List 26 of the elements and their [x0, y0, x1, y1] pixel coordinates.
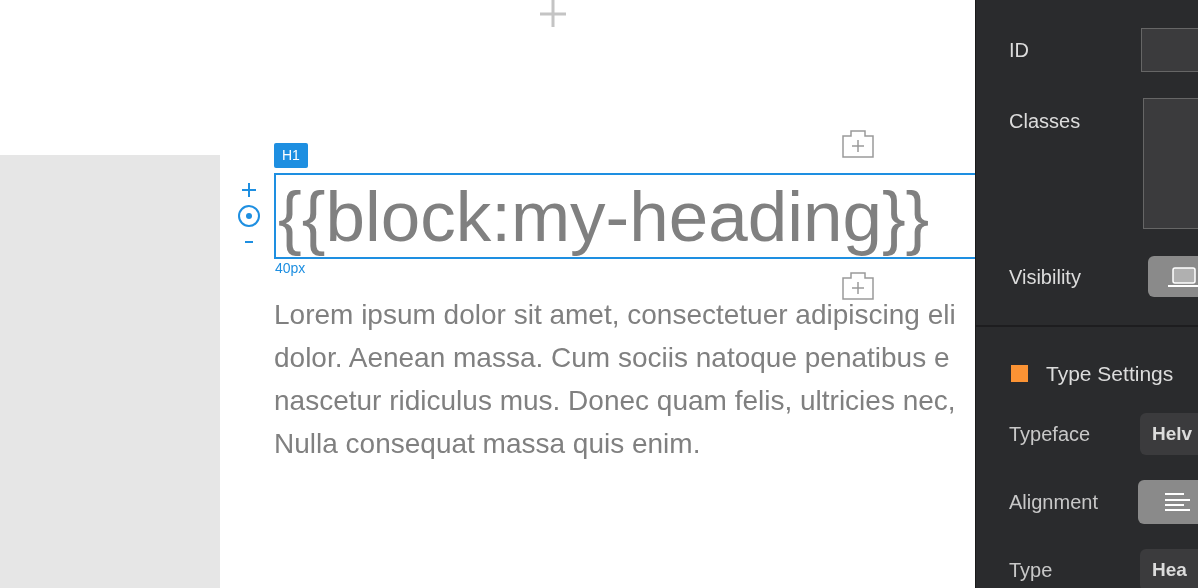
- paragraph-line: dolor. Aenean massa. Cum sociis natoque penatibus e: [274, 342, 951, 374]
- laptop-icon: [1168, 265, 1198, 288]
- dropdown[interactable]: Hea: [1140, 549, 1198, 588]
- section-color-swatch: [1011, 365, 1028, 383]
- paragraph-line: nascetur ridiculus mus. Donec quam felis, ultricies nec,: [274, 385, 956, 417]
- dropdown[interactable]: Helv: [1140, 413, 1198, 455]
- field-label: Type: [1009, 558, 1054, 583]
- field-label: Typeface: [1009, 422, 1092, 447]
- field-label: ID: [1009, 38, 1030, 63]
- align-left-icon: [1164, 492, 1192, 512]
- field-label: Classes: [1009, 109, 1082, 134]
- spacing-label: 40px: [275, 259, 306, 277]
- element-tag-badge: H1: [274, 143, 308, 168]
- section-title: Type Settings: [1046, 361, 1174, 387]
- add-icon[interactable]: [538, 0, 568, 28]
- field-label: Visibility: [1009, 264, 1082, 290]
- align-left-button[interactable]: [1138, 480, 1198, 524]
- add-block-icon[interactable]: [842, 130, 874, 158]
- heading-selection[interactable]: {{block:my-heading}}: [274, 173, 975, 259]
- paragraph-line: Lorem ipsum dolor sit amet, consectetuer adipiscing eli: [274, 299, 956, 331]
- add-block-icon[interactable]: [842, 272, 874, 300]
- target-icon[interactable]: [237, 204, 261, 228]
- plus-icon[interactable]: [241, 182, 257, 198]
- field-label: Alignment: [1009, 490, 1099, 515]
- paragraph-line: Nulla consequat massa quis enim.: [274, 428, 702, 460]
- id-field[interactable]: [1141, 28, 1198, 72]
